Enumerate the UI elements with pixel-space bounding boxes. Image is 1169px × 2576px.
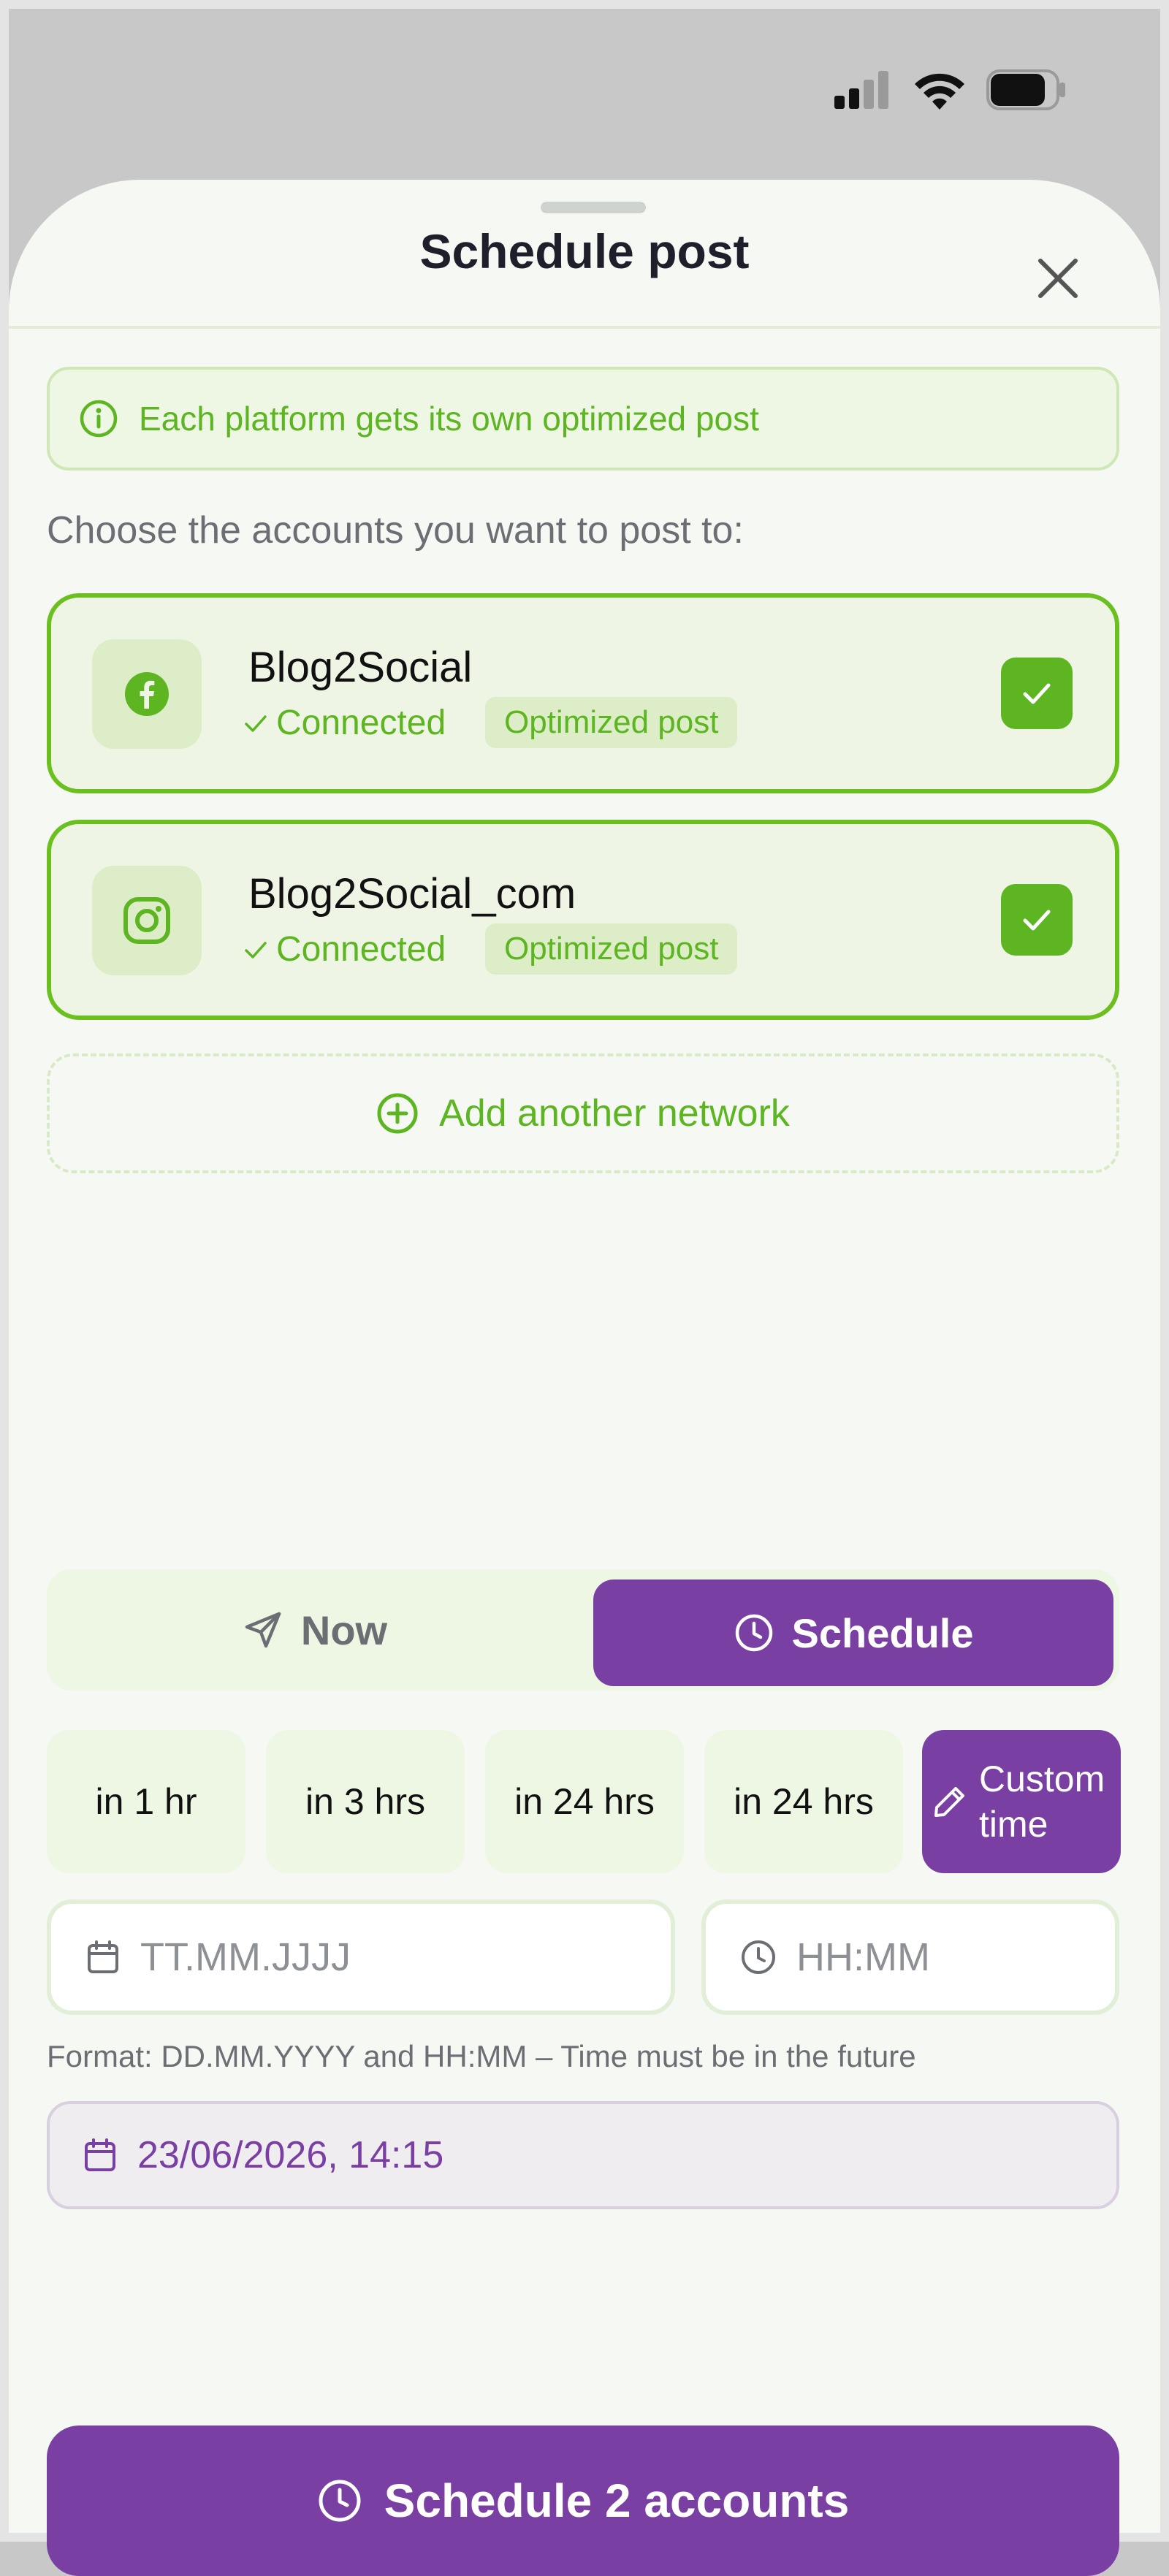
status-bar: [834, 69, 1067, 110]
account-select-checkbox[interactable]: [1001, 658, 1073, 729]
account-card-blog2social-com[interactable]: Blog2Social_com Connected Optimized post: [47, 820, 1119, 1020]
format-hint: Format: DD.MM.YYYY and HH:MM – Time must…: [47, 2039, 916, 2073]
schedule-submit-label: Schedule 2 accounts: [384, 2474, 850, 2527]
clock-icon: [742, 1940, 775, 1974]
selected-datetime: 23/06/2026, 14:15: [47, 2101, 1119, 2209]
date-input[interactable]: [139, 1934, 671, 1981]
plus-circle-icon: [377, 1093, 418, 1134]
clock-icon: [735, 1614, 772, 1652]
info-banner: Each platform gets its own optimized pos…: [47, 367, 1119, 470]
close-icon: [1038, 259, 1078, 298]
sheet-grabber[interactable]: [541, 202, 646, 213]
quick-option-1hr[interactable]: in 1 hr: [47, 1730, 245, 1873]
schedule-sheet: Schedule post Each platform gets its own…: [9, 180, 1160, 2576]
calendar-icon: [85, 2138, 115, 2171]
quick-option-24hrs[interactable]: in 24 hrs: [485, 1730, 684, 1873]
calendar-icon: [88, 1940, 118, 1973]
optimized-post-badge: Optimized post: [485, 697, 738, 748]
quick-option-24hrs-2[interactable]: in 24 hrs: [704, 1730, 903, 1873]
add-network-label: Add another network: [439, 1092, 790, 1135]
account-card-blog2social[interactable]: Blog2Social Connected Optimized post: [47, 593, 1119, 793]
quick-option-3hrs[interactable]: in 3 hrs: [266, 1730, 465, 1873]
battery-icon: [986, 69, 1065, 110]
connection-status: Connected: [243, 929, 446, 969]
mode-schedule-button[interactable]: Schedule: [593, 1579, 1113, 1686]
post-mode-toggle: Now Schedule: [47, 1569, 1119, 1691]
clock-icon: [319, 2480, 361, 2522]
optimized-post-badge: Optimized post: [485, 923, 738, 975]
add-network-button[interactable]: Add another network: [47, 1053, 1119, 1173]
wifi-icon: [915, 73, 964, 110]
time-input-field[interactable]: [701, 1899, 1119, 2015]
mode-now-label: Now: [300, 1607, 388, 1653]
connection-status-text: Connected: [276, 704, 446, 742]
quick-option-custom-time[interactable]: Custom time: [922, 1730, 1121, 1873]
pencil-icon: [934, 1787, 964, 1817]
send-icon: [245, 1612, 281, 1648]
info-icon: [80, 400, 118, 438]
close-button[interactable]: [1029, 249, 1087, 308]
facebook-icon: [125, 672, 169, 716]
account-avatar: [92, 639, 202, 749]
schedule-submit-button[interactable]: Schedule 2 accounts: [47, 2426, 1119, 2576]
mode-now-button[interactable]: Now: [47, 1569, 583, 1691]
instagram-icon: [123, 897, 170, 944]
time-input[interactable]: [795, 1934, 1115, 1981]
mode-schedule-label: Schedule: [791, 1609, 974, 1656]
date-input-field[interactable]: [47, 1899, 675, 2015]
checkmark-icon: [1023, 683, 1051, 704]
check-icon: [245, 941, 267, 959]
sheet-title: Schedule post: [419, 224, 750, 278]
cellular-signal-icon: [834, 71, 888, 109]
info-banner-text: Each platform gets its own optimized pos…: [139, 400, 759, 438]
account-avatar: [92, 866, 202, 975]
connection-status: Connected: [243, 703, 446, 743]
checkmark-icon: [1023, 910, 1051, 931]
account-name: Blog2Social_com: [248, 870, 576, 918]
header-divider: [9, 326, 1160, 329]
check-icon: [245, 715, 267, 732]
choose-accounts-label: Choose the accounts you want to post to:: [47, 509, 744, 552]
account-select-checkbox[interactable]: [1001, 884, 1073, 956]
selected-datetime-text: 23/06/2026, 14:15: [137, 2134, 444, 2176]
account-name: Blog2Social: [248, 644, 473, 691]
connection-status-text: Connected: [276, 930, 446, 969]
quick-time-options: in 1 hr in 3 hrs in 24 hrs in 24 hrs Cus…: [47, 1730, 1128, 1876]
